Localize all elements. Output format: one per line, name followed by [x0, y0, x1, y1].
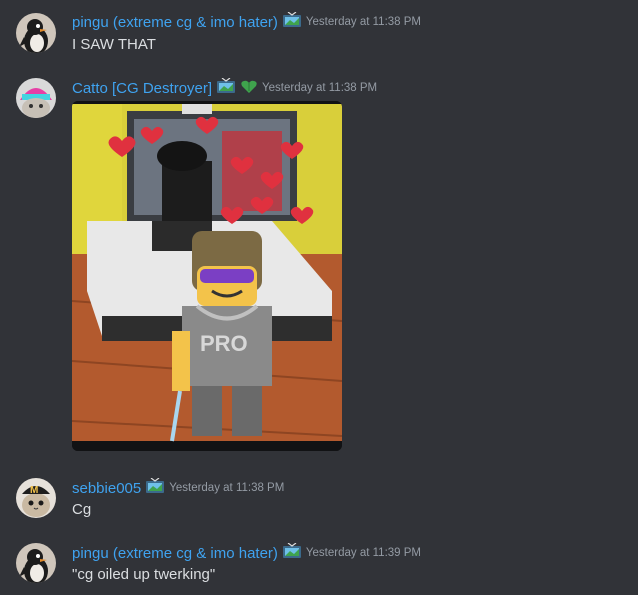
image-attachment[interactable]: PRO [72, 101, 342, 451]
message-header: Catto [CG Destroyer] Yesterday at 11:38 … [72, 77, 377, 99]
avatar[interactable] [16, 13, 56, 53]
timestamp[interactable]: Yesterday at 11:38 PM [169, 482, 284, 494]
message-header: pingu (extreme cg & imo hater) Yesterday… [72, 11, 421, 33]
svg-text:M: M [30, 485, 38, 496]
username[interactable]: Catto [CG Destroyer] [72, 80, 212, 97]
username[interactable]: pingu (extreme cg & imo hater) [72, 14, 278, 31]
leaf-heart-icon[interactable] [240, 77, 258, 100]
tv-icon[interactable] [145, 477, 165, 499]
chat-messages: pingu (extreme cg & imo hater) Yesterday… [0, 0, 638, 595]
cat-avatar-icon [16, 78, 56, 118]
tv-icon[interactable] [216, 77, 236, 99]
username[interactable]: sebbie005 [72, 480, 141, 497]
message-text: I SAW THAT [72, 36, 156, 53]
penguin-avatar-icon [16, 543, 56, 583]
tv-icon[interactable] [282, 542, 302, 564]
cat-cap-avatar-icon: M [16, 478, 56, 518]
svg-text:PRO: PRO [200, 331, 248, 356]
game-screenshot-image: PRO [72, 101, 342, 451]
avatar[interactable]: M [16, 478, 56, 518]
message-text: "cg oiled up twerking" [72, 566, 216, 583]
message-header: sebbie005 Yesterday at 11:38 PM [72, 477, 284, 499]
timestamp[interactable]: Yesterday at 11:39 PM [306, 547, 421, 559]
penguin-avatar-icon [16, 13, 56, 53]
message-header: pingu (extreme cg & imo hater) Yesterday… [72, 542, 421, 564]
message-text: Cg [72, 501, 92, 518]
avatar[interactable] [16, 78, 56, 118]
timestamp[interactable]: Yesterday at 11:38 PM [262, 82, 377, 94]
username[interactable]: pingu (extreme cg & imo hater) [72, 545, 278, 562]
avatar[interactable] [16, 543, 56, 583]
timestamp[interactable]: Yesterday at 11:38 PM [306, 16, 421, 28]
tv-icon[interactable] [282, 11, 302, 33]
